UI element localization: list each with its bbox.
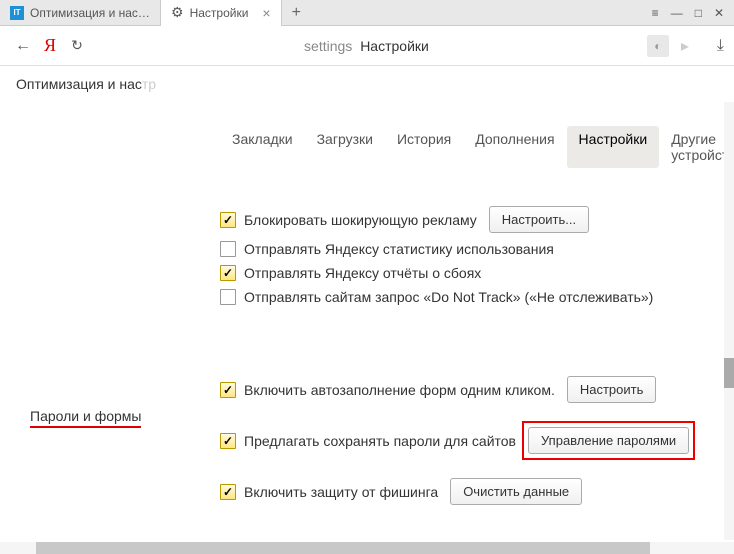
tab-settings[interactable]: ⚙ Настройки × (161, 0, 282, 26)
nav-downloads[interactable]: Загрузки (305, 126, 385, 168)
label-save-passwords: Предлагать сохранять пароли для сайтов (244, 433, 516, 449)
back-button[interactable]: ← (10, 33, 36, 59)
breadcrumb-text: Оптимизация и нас (16, 76, 142, 92)
nav-history[interactable]: История (385, 126, 463, 168)
close-window-icon[interactable]: ✕ (714, 6, 724, 20)
configure-ads-button[interactable]: Настроить... (489, 206, 589, 233)
minimize-icon[interactable]: — (671, 6, 683, 20)
checkbox-dnt[interactable] (220, 289, 236, 305)
clear-data-button[interactable]: Очистить данные (450, 478, 582, 505)
pointer-icon: ▸ (681, 36, 689, 56)
highlight-box: Управление паролями (522, 421, 695, 460)
checkbox-save-passwords[interactable] (220, 433, 236, 449)
horizontal-scroll-thumb[interactable] (36, 542, 650, 554)
horizontal-scrollbar[interactable] (0, 542, 734, 554)
tab-title-1: Оптимизация и настройка (30, 6, 150, 20)
close-icon[interactable]: × (262, 5, 270, 21)
maximize-icon[interactable]: □ (695, 6, 702, 20)
label-autofill: Включить автозаполнение форм одним клико… (244, 382, 555, 398)
gear-icon: ⚙ (171, 4, 184, 21)
configure-autofill-button[interactable]: Настроить (567, 376, 657, 403)
nav-settings[interactable]: Настройки (567, 126, 660, 168)
toolbar: ← Я ↻ settings Настройки ◐ ▸ ⤓ (0, 26, 734, 66)
checkbox-autofill[interactable] (220, 382, 236, 398)
vertical-scroll-thumb[interactable] (724, 358, 734, 388)
label-send-stats: Отправлять Яндексу статистику использова… (244, 241, 554, 257)
menu-icon[interactable]: ≡ (652, 6, 659, 20)
label-block-ads: Блокировать шокирующую рекламу (244, 212, 477, 228)
favicon-it: IT (10, 6, 24, 20)
nav-devices[interactable]: Другие устройств (659, 126, 734, 168)
tabs-nav: Закладки Загрузки История Дополнения Нас… (0, 102, 734, 178)
section-passwords-forms: Пароли и формы (30, 408, 141, 428)
shield-icon[interactable]: ◐ (647, 35, 669, 57)
nav-bookmarks[interactable]: Закладки (220, 126, 305, 168)
label-phishing: Включить защиту от фишинга (244, 484, 438, 500)
new-tab-button[interactable]: + (282, 4, 311, 22)
download-icon[interactable]: ⤓ (717, 37, 724, 55)
checkbox-phishing[interactable] (220, 484, 236, 500)
reload-button[interactable]: ↻ (64, 33, 90, 59)
titlebar: IT Оптимизация и настройка ⚙ Настройки ×… (0, 0, 734, 26)
label-dnt: Отправлять сайтам запрос «Do Not Track» … (244, 289, 653, 305)
address-bar[interactable]: settings Настройки (90, 38, 643, 54)
manage-passwords-button[interactable]: Управление паролями (528, 427, 689, 454)
yandex-logo[interactable]: Я (44, 35, 56, 56)
breadcrumb: Оптимизация и настр (0, 66, 734, 102)
label-send-crash: Отправлять Яндексу отчёты о сбоях (244, 265, 481, 281)
tab-optimization[interactable]: IT Оптимизация и настройка (0, 0, 161, 26)
breadcrumb-faded: тр (142, 76, 156, 92)
checkbox-send-stats[interactable] (220, 241, 236, 257)
checkbox-send-crash[interactable] (220, 265, 236, 281)
settings-body: Блокировать шокирующую рекламу Настроить… (0, 178, 734, 505)
checkbox-block-ads[interactable] (220, 212, 236, 228)
nav-addons[interactable]: Дополнения (463, 126, 566, 168)
tab-title-2: Настройки (190, 6, 249, 20)
vertical-scrollbar[interactable] (724, 102, 734, 540)
address-path: settings (304, 38, 352, 54)
address-title: Настройки (360, 38, 429, 54)
content-area: Закладки Загрузки История Дополнения Нас… (0, 102, 734, 540)
